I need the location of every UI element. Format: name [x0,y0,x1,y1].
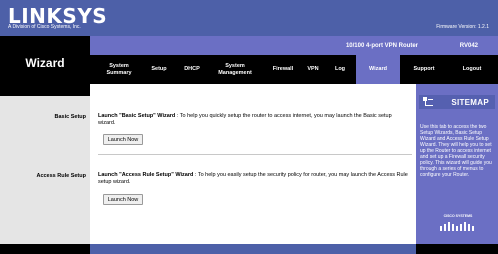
tab-logout[interactable]: Logout [450,55,494,84]
tab-label: Support [413,66,435,73]
tab-support[interactable]: Support [402,55,446,84]
section-divider [98,154,412,155]
cisco-systems-logo-text: CISCO SYSTEMS [443,214,473,218]
section-labels: Basic Setup Access Rule Setup [0,96,90,244]
launch-basic-setup-button[interactable]: Launch Now [103,134,143,145]
access-rule-title: Launch "Access Rule Setup" Wizard [98,172,194,178]
tab-firewall[interactable]: Firewall [266,55,300,84]
tab-label: System Summary [106,63,132,76]
launch-access-rule-button[interactable]: Launch Now [103,194,143,205]
sitemap-link[interactable]: SITEMAP [419,95,495,109]
tab-dhcp[interactable]: DHCP [178,55,206,84]
cisco-logo-icon [440,222,474,231]
sitemap-icon [423,97,433,107]
tab-label: VPN [307,66,319,73]
sitemap-label: SITEMAP [451,97,489,107]
tab-vpn[interactable]: VPN [302,55,324,84]
product-name: 10/100 4-port VPN Router [345,43,418,49]
page-title: Wizard [25,56,65,70]
tab-label: Firewall [272,66,294,73]
firmware-version: Firmware Version: 1.2.1 [436,24,489,30]
footer-mid [90,244,416,254]
linksys-logo: LINKSYS [8,4,108,28]
basic-setup-label: Basic Setup [54,114,86,120]
tab-label: Setup [151,66,167,73]
footer-bar [0,244,498,254]
tab-label: DHCP [184,66,200,73]
help-pane: SITEMAP Use this tab to access the two S… [416,84,498,244]
product-bar: 10/100 4-port VPN Router RV042 [90,36,498,55]
product-model: RV042 [459,43,478,49]
access-rule-description: Launch "Access Rule Setup" Wizard : To h… [98,172,410,186]
tab-system-management[interactable]: System Management [210,55,260,84]
help-text: Use this tab to access the two Setup Wiz… [420,124,492,178]
logo-subtitle: A Division of Cisco Systems, Inc. [8,24,81,30]
tab-log[interactable]: Log [328,55,352,84]
basic-setup-title: Launch "Basic Setup" Wizard [98,113,176,119]
tab-wizard[interactable]: Wizard [356,55,400,84]
nav-gap-left [90,84,106,96]
tab-label: Log [334,66,346,73]
tab-label: Logout [462,66,482,73]
access-rule-setup-label: Access Rule Setup [36,173,86,179]
tab-setup[interactable]: Setup [144,55,174,84]
main-nav: System Summary Setup DHCP System Managem… [90,55,498,84]
header-bar: LINKSYS A Division of Cisco Systems, Inc… [0,0,498,36]
basic-setup-description: Launch "Basic Setup" Wizard : To help yo… [98,113,410,127]
tab-label: System Management [218,63,252,76]
tab-system-summary[interactable]: System Summary [98,55,140,84]
tab-label: Wizard [369,66,387,73]
main-content: Launch "Basic Setup" Wizard : To help yo… [90,96,416,244]
